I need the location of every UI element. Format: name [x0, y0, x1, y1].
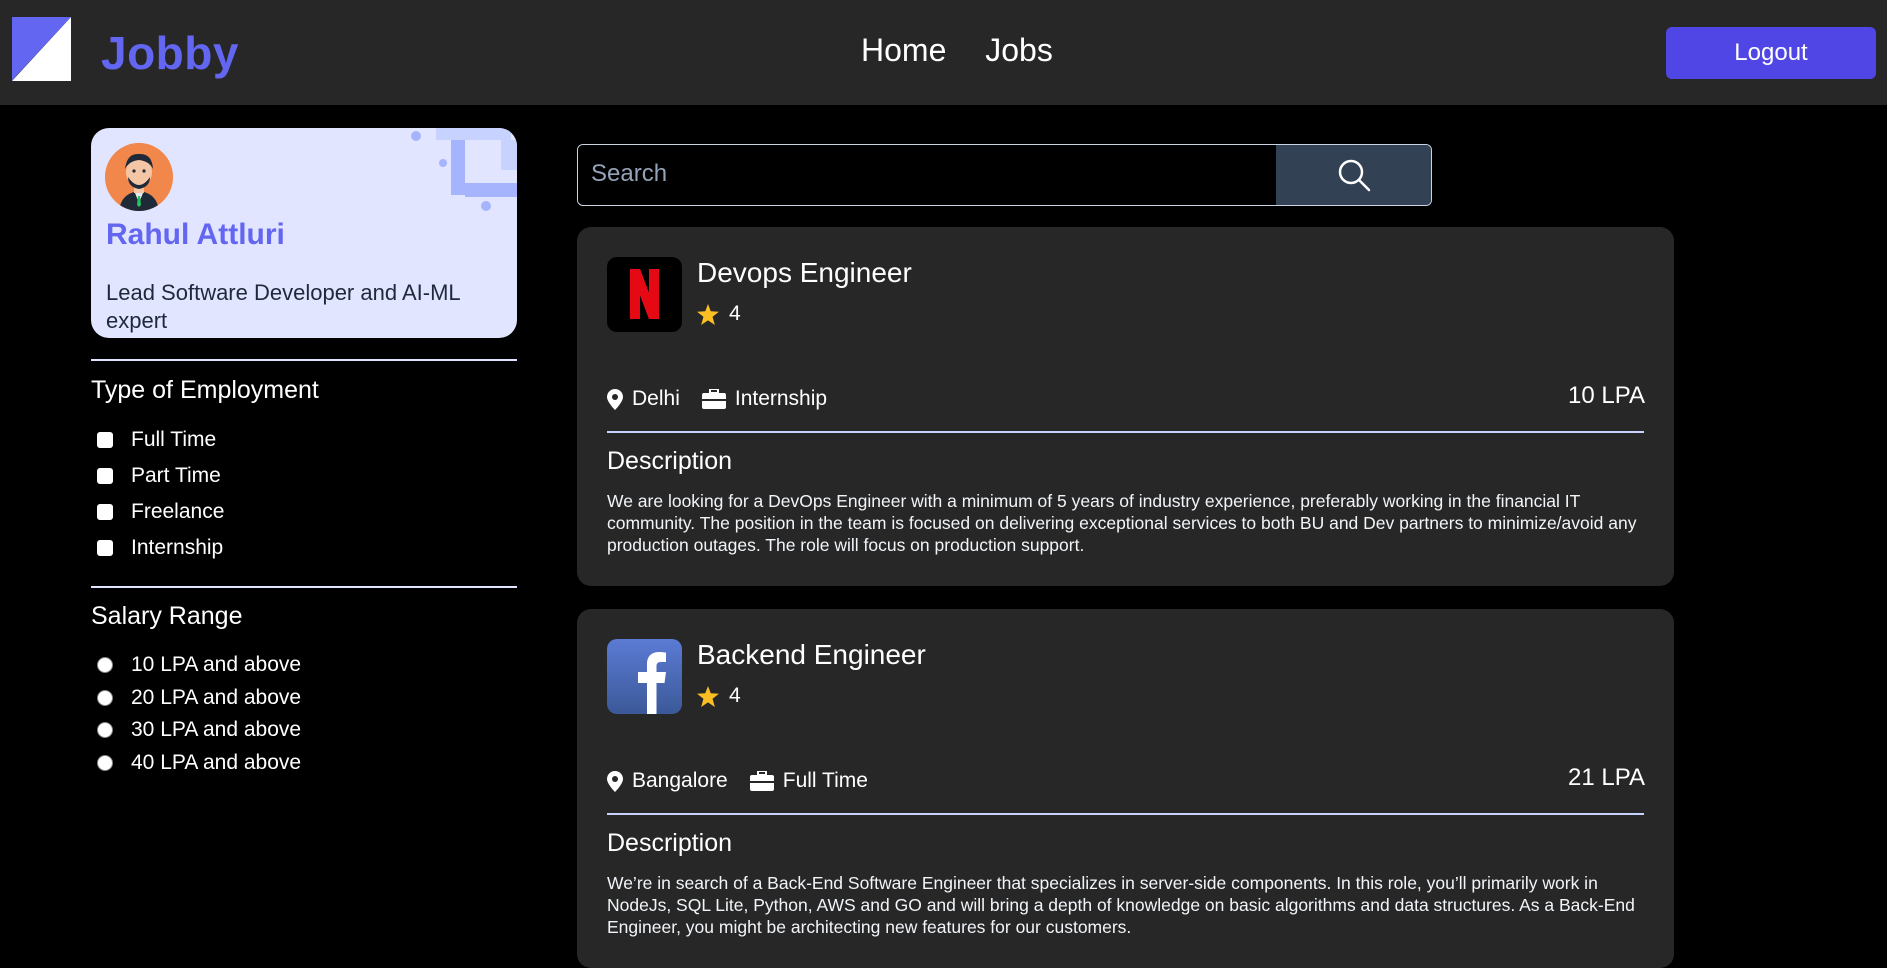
employment-type-text: Full Time — [782, 769, 868, 792]
description-heading: Description — [607, 447, 733, 475]
job-location: Bangalore — [607, 769, 728, 793]
filter-divider — [91, 359, 517, 361]
radio-button[interactable] — [97, 722, 113, 738]
company-logo — [607, 257, 682, 332]
profile-bio: Lead Software Developer and AI-ML expert — [106, 280, 460, 333]
avatar[interactable] — [105, 143, 173, 211]
job-divider — [607, 431, 1644, 433]
employment-option-part-time[interactable]: Part Time — [97, 464, 221, 488]
option-label: Full Time — [131, 428, 217, 451]
job-rating: 4 — [697, 302, 741, 326]
job-package: 10 LPA — [1568, 382, 1645, 409]
filter-divider — [91, 586, 517, 588]
netflix-logo-icon — [607, 257, 682, 332]
facebook-logo-icon — [607, 639, 682, 714]
location-icon — [607, 388, 623, 410]
logo-text[interactable]: Jobby — [101, 26, 239, 80]
description-heading: Description — [607, 829, 733, 857]
checkbox[interactable] — [97, 504, 113, 520]
search-button[interactable] — [1276, 145, 1431, 205]
star-icon — [697, 303, 719, 325]
job-title: Devops Engineer — [697, 257, 912, 288]
star-icon — [697, 685, 719, 707]
salary-option-20[interactable]: 20 LPA and above — [97, 686, 301, 710]
nav-jobs-link[interactable]: Jobs — [985, 32, 1053, 68]
description-text: We are looking for a DevOps Engineer wit… — [607, 491, 1637, 555]
rating-value: 4 — [729, 684, 741, 707]
salary-option-30[interactable]: 30 LPA and above — [97, 718, 301, 742]
salary-option-40[interactable]: 40 LPA and above — [97, 751, 301, 775]
nav-home-link[interactable]: Home — [861, 32, 946, 68]
header: Jobby Home Jobs Logout — [0, 0, 1887, 105]
employment-type-heading: Type of Employment — [91, 376, 319, 404]
company-logo — [607, 639, 682, 714]
location-text: Delhi — [632, 387, 680, 410]
radio-button[interactable] — [97, 657, 113, 673]
job-location: Delhi — [607, 387, 680, 411]
rating-value: 4 — [729, 302, 741, 325]
option-label: Part Time — [131, 464, 221, 487]
employment-type-text: Internship — [734, 387, 828, 410]
location-text: Bangalore — [632, 769, 728, 792]
job-employment-type: Internship — [701, 387, 828, 411]
job-meta: Bangalore Full Time — [607, 769, 890, 793]
option-label: Freelance — [131, 500, 225, 523]
option-label: 20 LPA and above — [131, 686, 302, 709]
job-card[interactable]: Devops Engineer 4 Delhi Internship 10 LP… — [577, 227, 1674, 586]
location-icon — [607, 770, 623, 792]
salary-option-10[interactable]: 10 LPA and above — [97, 653, 301, 677]
description-text: We’re in search of a Back-End Software E… — [607, 873, 1635, 937]
option-label: 10 LPA and above — [131, 653, 302, 676]
search-icon — [1338, 159, 1370, 192]
radio-button[interactable] — [97, 755, 113, 771]
option-label: 40 LPA and above — [131, 751, 302, 774]
employment-option-freelance[interactable]: Freelance — [97, 500, 224, 524]
search-input[interactable] — [578, 145, 1274, 203]
checkbox[interactable] — [97, 468, 113, 484]
main-nav: Home Jobs — [861, 32, 1083, 69]
job-title: Backend Engineer — [697, 639, 926, 670]
profile-card: Rahul Attluri Lead Software Developer an… — [91, 128, 517, 338]
profile-background-pattern — [411, 128, 517, 211]
radio-button[interactable] — [97, 690, 113, 706]
job-meta: Delhi Internship — [607, 387, 849, 411]
search-bar — [577, 144, 1432, 206]
job-package: 21 LPA — [1568, 764, 1645, 791]
briefcase-icon — [749, 771, 774, 791]
logout-button[interactable]: Logout — [1666, 27, 1876, 79]
job-rating: 4 — [697, 684, 741, 708]
job-card[interactable]: Backend Engineer 4 Bangalore Full Time 2… — [577, 609, 1674, 968]
employment-option-internship[interactable]: Internship — [97, 536, 223, 560]
option-label: 30 LPA and above — [131, 718, 302, 741]
job-divider — [607, 813, 1644, 815]
checkbox[interactable] — [97, 432, 113, 448]
salary-range-heading: Salary Range — [91, 602, 243, 630]
profile-avatar-icon — [105, 143, 173, 211]
employment-option-full-time[interactable]: Full Time — [97, 428, 216, 452]
profile-name: Rahul Attluri — [106, 218, 285, 251]
jobby-logo-icon[interactable] — [12, 17, 71, 81]
briefcase-icon — [701, 389, 726, 409]
option-label: Internship — [131, 536, 224, 559]
checkbox[interactable] — [97, 540, 113, 556]
job-employment-type: Full Time — [749, 769, 868, 793]
